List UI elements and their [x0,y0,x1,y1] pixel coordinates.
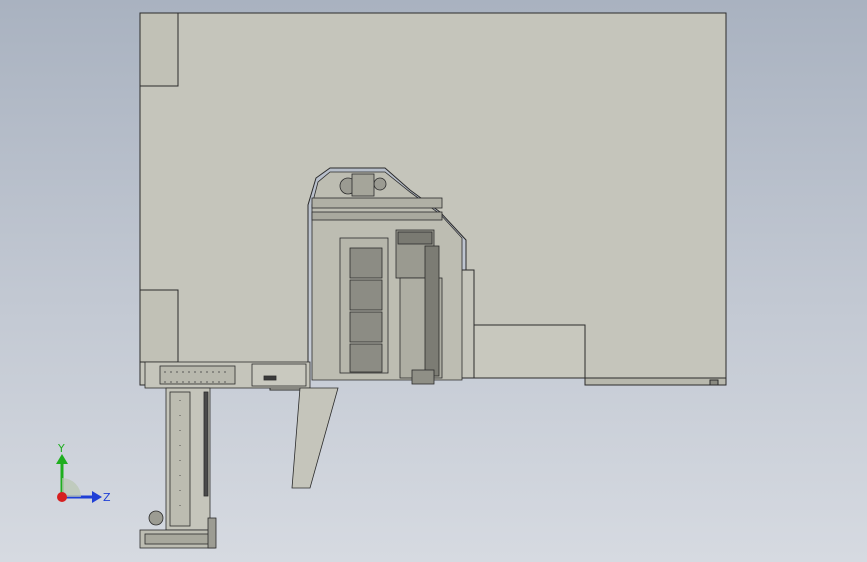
cad-viewport[interactable]: Y Z [0,0,867,562]
motor-cap [397,231,433,245]
top-block [351,173,375,197]
leg-base-inner [144,533,211,545]
upper-rail-2 [311,211,443,221]
upper-rail [311,197,443,209]
cylinder-2 [349,279,383,311]
column-dark-strip [424,245,440,377]
carriage-slot [263,375,277,381]
housing-mid-left-panel [139,289,179,363]
angled-guide [291,387,339,489]
leg-base-pin [207,517,217,549]
mechanism-window [311,171,463,385]
leg-base-wheel [148,510,164,526]
orientation-triad: Y Z [56,442,111,504]
triad-z-arrow [92,491,102,503]
cylinder-4 [349,343,383,373]
vertical-leg [139,387,217,549]
housing-top-left-panel [139,12,179,87]
cylinder-1 [349,247,383,279]
top-roller-2 [373,177,387,191]
foot-bolt [709,379,719,386]
carriage-box [251,363,307,387]
triad-y-arrow [56,454,68,464]
cylinder-3 [349,311,383,343]
lower-carriage [144,361,311,389]
right-foot [584,377,727,386]
carriage-rail-inner [159,365,236,385]
bottom-clamp [411,369,435,385]
triad-y-label: Y [57,442,65,455]
triad-z-label: Z [103,491,111,504]
arm-bracket [473,324,586,379]
leg-dark-edge [203,391,209,497]
triad-x-origin [57,492,67,502]
